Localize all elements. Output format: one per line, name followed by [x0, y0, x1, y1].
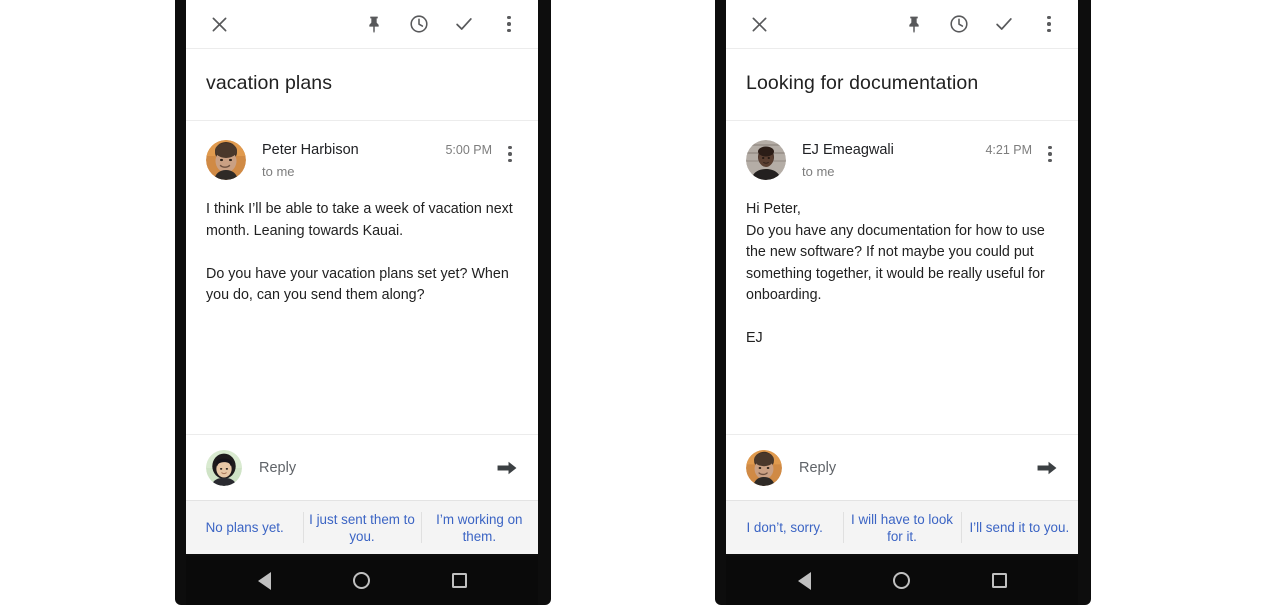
reply-bar[interactable]: Reply [726, 434, 1078, 500]
reply-label[interactable]: Reply [242, 460, 494, 476]
message-overflow-dots [508, 145, 512, 163]
phone-2-navigation-bar [726, 556, 1078, 605]
message-timestamp: 4:21 PM [985, 143, 1032, 157]
smart-reply-bar: I don’t, sorry. I will have to look for … [726, 500, 1078, 554]
overflow-dots [507, 15, 511, 33]
overflow-menu-icon[interactable] [1032, 7, 1066, 41]
user-avatar [746, 449, 782, 486]
clock-icon[interactable] [942, 7, 976, 41]
smart-reply-chip-1[interactable]: No plans yet. [186, 501, 303, 554]
recents-square-icon[interactable] [979, 561, 1019, 601]
sender-avatar[interactable] [746, 140, 786, 180]
phone-device-1: vacation plans Peter Harbison to me 5:00… [175, 0, 551, 605]
back-triangle-icon[interactable] [245, 561, 285, 601]
phone-2-message-header: EJ Emeagwali to me 4:21 PM [726, 121, 1078, 181]
check-icon[interactable] [447, 7, 481, 41]
send-icon[interactable] [494, 455, 520, 481]
phone-2-toolbar [726, 0, 1078, 49]
overflow-menu-icon[interactable] [492, 7, 526, 41]
message-overflow-icon[interactable] [496, 140, 524, 168]
reply-bar[interactable]: Reply [186, 434, 538, 500]
sender-info: Peter Harbison to me [246, 140, 445, 181]
home-circle-icon[interactable] [342, 561, 382, 601]
clock-icon[interactable] [402, 7, 436, 41]
smart-reply-chip-1[interactable]: I don’t, sorry. [726, 501, 843, 554]
phone-1-toolbar [186, 0, 538, 49]
message-body: I think I’ll be able to take a week of v… [206, 201, 513, 303]
recents-square-icon[interactable] [439, 561, 479, 601]
sender-name: EJ Emeagwali [802, 142, 894, 158]
pin-icon[interactable] [897, 7, 931, 41]
back-triangle-icon[interactable] [785, 561, 825, 601]
message-timestamp: 5:00 PM [445, 143, 492, 157]
phone-1-screen: vacation plans Peter Harbison to me 5:00… [186, 0, 538, 554]
user-avatar [206, 449, 242, 486]
phone-1-subject-row: vacation plans [186, 49, 538, 121]
pin-icon[interactable] [357, 7, 391, 41]
phone-2-subject-row: Looking for documentation [726, 49, 1078, 121]
email-subject: Looking for documentation [746, 72, 979, 94]
email-subject: vacation plans [206, 72, 333, 94]
phone-device-2: Looking for documentation EJ Emeagwali t… [715, 0, 1091, 605]
smart-reply-bar: No plans yet. I just sent them to you. I… [186, 500, 538, 554]
message-overflow-icon[interactable] [1036, 140, 1064, 168]
check-icon[interactable] [987, 7, 1021, 41]
smart-reply-chip-2[interactable]: I will have to look for it. [843, 501, 960, 554]
sender-info: EJ Emeagwali to me [786, 140, 985, 181]
message-body: Hi Peter, Do you have any documentation … [746, 201, 1045, 346]
message-overflow-dots [1048, 145, 1052, 163]
screenshot-root: vacation plans Peter Harbison to me 5:00… [0, 0, 1280, 605]
phone-1-message-header: Peter Harbison to me 5:00 PM [186, 121, 538, 181]
close-icon[interactable] [742, 7, 776, 41]
phone-2-screen: Looking for documentation EJ Emeagwali t… [726, 0, 1078, 554]
recipient-line[interactable]: to me [262, 162, 445, 181]
recipient-line[interactable]: to me [802, 162, 985, 181]
reply-label[interactable]: Reply [782, 460, 1034, 476]
sender-avatar[interactable] [206, 140, 246, 180]
smart-reply-chip-3[interactable]: I’ll send it to you. [960, 501, 1078, 554]
smart-reply-chip-3[interactable]: I’m working on them. [420, 501, 538, 554]
sender-name: Peter Harbison [262, 142, 359, 158]
home-circle-icon[interactable] [882, 561, 922, 601]
close-icon[interactable] [202, 7, 236, 41]
smart-reply-chip-2[interactable]: I just sent them to you. [303, 501, 420, 554]
phone-1-navigation-bar [186, 556, 538, 605]
overflow-dots [1047, 15, 1051, 33]
send-icon[interactable] [1034, 455, 1060, 481]
